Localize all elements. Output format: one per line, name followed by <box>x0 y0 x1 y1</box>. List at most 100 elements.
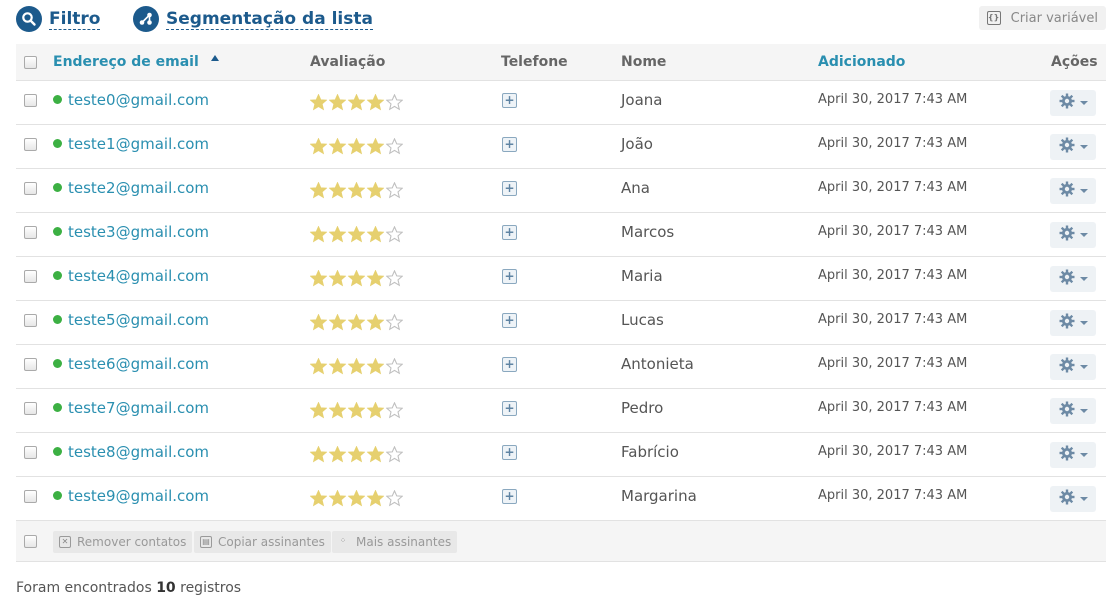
star-filled-icon[interactable] <box>348 446 365 463</box>
footer-select-checkbox[interactable] <box>24 535 37 548</box>
row-checkbox[interactable] <box>24 94 37 107</box>
row-actions-button[interactable] <box>1050 222 1096 248</box>
star-filled-icon[interactable] <box>367 358 384 375</box>
email-link[interactable]: teste7@gmail.com <box>68 399 209 417</box>
star-empty-icon[interactable] <box>386 358 403 375</box>
star-filled-icon[interactable] <box>329 94 346 111</box>
add-phone-icon[interactable]: + <box>502 93 517 108</box>
row-checkbox[interactable] <box>24 138 37 151</box>
star-filled-icon[interactable] <box>329 358 346 375</box>
add-phone-icon[interactable]: + <box>502 401 517 416</box>
star-filled-icon[interactable] <box>310 94 327 111</box>
star-filled-icon[interactable] <box>367 182 384 199</box>
row-actions-button[interactable] <box>1050 310 1096 336</box>
row-actions-button[interactable] <box>1050 266 1096 292</box>
star-filled-icon[interactable] <box>329 138 346 155</box>
row-checkbox[interactable] <box>24 182 37 195</box>
star-filled-icon[interactable] <box>329 490 346 507</box>
star-empty-icon[interactable] <box>386 314 403 331</box>
star-filled-icon[interactable] <box>348 358 365 375</box>
star-filled-icon[interactable] <box>348 182 365 199</box>
row-actions-button[interactable] <box>1050 90 1096 116</box>
star-filled-icon[interactable] <box>310 402 327 419</box>
star-filled-icon[interactable] <box>310 314 327 331</box>
segment-button[interactable]: Segmentação da lista <box>133 6 373 32</box>
more-subscribers-button[interactable]: ⁘ Mais assinantes <box>332 531 458 553</box>
email-link[interactable]: teste6@gmail.com <box>68 355 209 373</box>
star-filled-icon[interactable] <box>329 446 346 463</box>
add-phone-icon[interactable]: + <box>502 225 517 240</box>
star-filled-icon[interactable] <box>348 270 365 287</box>
email-link[interactable]: teste8@gmail.com <box>68 443 209 461</box>
star-filled-icon[interactable] <box>310 270 327 287</box>
add-phone-icon[interactable]: + <box>502 489 517 504</box>
row-checkbox[interactable] <box>24 490 37 503</box>
star-filled-icon[interactable] <box>310 182 327 199</box>
filter-button[interactable]: Filtro <box>16 6 101 32</box>
star-filled-icon[interactable] <box>348 402 365 419</box>
add-phone-icon[interactable]: + <box>502 313 517 328</box>
column-header-added[interactable]: Adicionado <box>818 44 905 80</box>
create-variable-button[interactable]: {} Criar variável <box>978 6 1106 30</box>
star-filled-icon[interactable] <box>329 314 346 331</box>
star-filled-icon[interactable] <box>329 402 346 419</box>
column-header-email[interactable]: Endereço de email <box>53 44 219 80</box>
star-filled-icon[interactable] <box>348 226 365 243</box>
add-phone-icon[interactable]: + <box>502 269 517 284</box>
star-filled-icon[interactable] <box>329 226 346 243</box>
star-filled-icon[interactable] <box>329 270 346 287</box>
row-actions-button[interactable] <box>1050 354 1096 380</box>
email-link[interactable]: teste9@gmail.com <box>68 487 209 505</box>
email-link[interactable]: teste3@gmail.com <box>68 223 209 241</box>
email-link[interactable]: teste5@gmail.com <box>68 311 209 329</box>
row-actions-button[interactable] <box>1050 398 1096 424</box>
add-phone-icon[interactable]: + <box>502 181 517 196</box>
star-filled-icon[interactable] <box>367 402 384 419</box>
remove-contacts-button[interactable]: ✕ Remover contatos <box>53 531 193 553</box>
add-phone-icon[interactable]: + <box>502 137 517 152</box>
email-link[interactable]: teste2@gmail.com <box>68 179 209 197</box>
star-filled-icon[interactable] <box>329 182 346 199</box>
star-filled-icon[interactable] <box>367 314 384 331</box>
row-checkbox[interactable] <box>24 226 37 239</box>
star-filled-icon[interactable] <box>310 226 327 243</box>
star-filled-icon[interactable] <box>310 446 327 463</box>
star-empty-icon[interactable] <box>386 138 403 155</box>
copy-subscribers-button[interactable]: ▤ Copiar assinantes <box>194 531 331 553</box>
row-checkbox[interactable] <box>24 446 37 459</box>
star-filled-icon[interactable] <box>367 270 384 287</box>
add-phone-icon[interactable]: + <box>502 357 517 372</box>
star-filled-icon[interactable] <box>348 94 365 111</box>
star-filled-icon[interactable] <box>367 490 384 507</box>
star-filled-icon[interactable] <box>310 358 327 375</box>
star-empty-icon[interactable] <box>386 490 403 507</box>
row-checkbox[interactable] <box>24 358 37 371</box>
row-actions-button[interactable] <box>1050 442 1096 468</box>
star-empty-icon[interactable] <box>386 402 403 419</box>
select-all-checkbox[interactable] <box>24 56 37 69</box>
star-filled-icon[interactable] <box>310 138 327 155</box>
star-empty-icon[interactable] <box>386 446 403 463</box>
add-phone-icon[interactable]: + <box>502 445 517 460</box>
email-link[interactable]: teste4@gmail.com <box>68 267 209 285</box>
star-filled-icon[interactable] <box>348 314 365 331</box>
email-link[interactable]: teste1@gmail.com <box>68 135 209 153</box>
star-filled-icon[interactable] <box>367 446 384 463</box>
star-filled-icon[interactable] <box>367 138 384 155</box>
star-empty-icon[interactable] <box>386 226 403 243</box>
star-filled-icon[interactable] <box>348 138 365 155</box>
row-actions-button[interactable] <box>1050 134 1096 160</box>
star-filled-icon[interactable] <box>310 490 327 507</box>
star-empty-icon[interactable] <box>386 182 403 199</box>
row-actions-button[interactable] <box>1050 486 1096 512</box>
star-filled-icon[interactable] <box>367 226 384 243</box>
row-checkbox[interactable] <box>24 314 37 327</box>
email-link[interactable]: teste0@gmail.com <box>68 91 209 109</box>
star-filled-icon[interactable] <box>367 94 384 111</box>
star-empty-icon[interactable] <box>386 270 403 287</box>
star-empty-icon[interactable] <box>386 94 403 111</box>
row-checkbox[interactable] <box>24 402 37 415</box>
row-actions-button[interactable] <box>1050 178 1096 204</box>
row-checkbox[interactable] <box>24 270 37 283</box>
star-filled-icon[interactable] <box>348 490 365 507</box>
